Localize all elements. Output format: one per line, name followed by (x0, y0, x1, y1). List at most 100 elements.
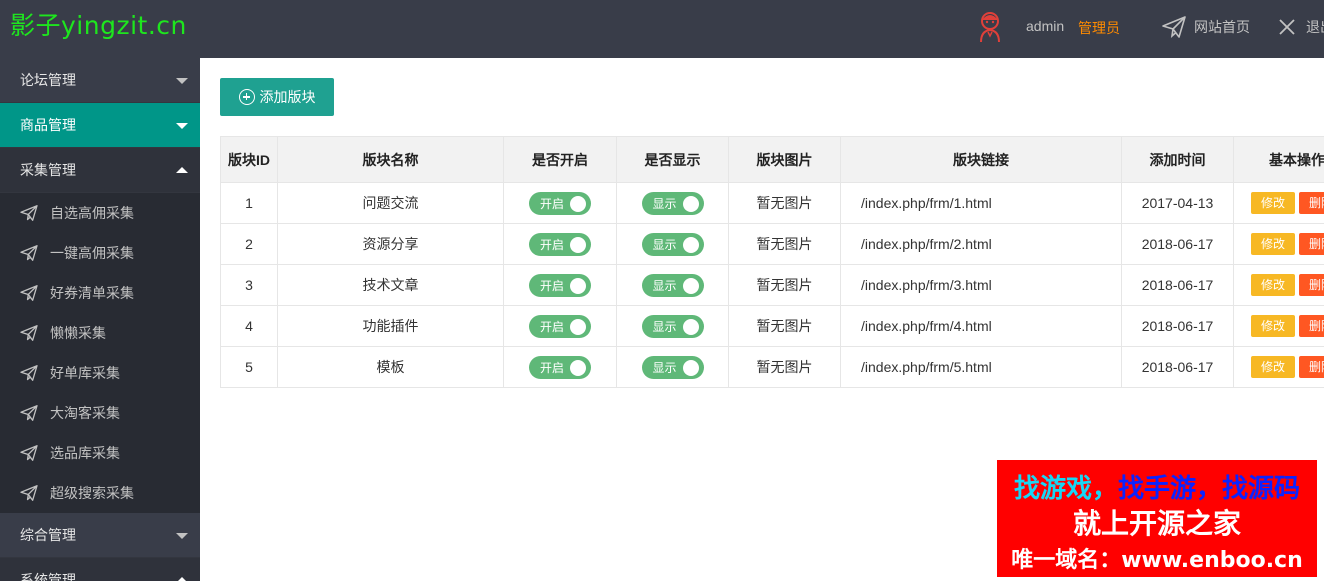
paper-plane-icon (20, 365, 38, 381)
sidebar-group-label: 综合管理 (20, 527, 76, 543)
toggle-knob (570, 318, 586, 335)
enabled-toggle[interactable]: 开启 (529, 355, 591, 379)
board-image: 暂无图片 (728, 264, 841, 306)
delete-button[interactable]: 删除 (1299, 233, 1324, 255)
visible-cell: 显示 (616, 182, 729, 224)
sidebar-item-label: 懒懒采集 (50, 325, 106, 341)
plus-circle-icon (238, 89, 255, 105)
enabled-toggle[interactable]: 开启 (529, 273, 591, 297)
logout-link[interactable]: 退出 (1278, 12, 1324, 42)
paper-plane-icon (20, 405, 38, 421)
sidebar-group-system[interactable]: 系统管理 (0, 558, 200, 581)
sidebar-item-label: 超级搜索采集 (50, 485, 134, 501)
chevron-down-icon (176, 78, 188, 84)
paper-plane-icon (20, 285, 38, 301)
ad-line-3: 唯一域名：www.enboo.cn (1011, 548, 1303, 573)
sidebar-item-label: 选品库采集 (50, 445, 120, 461)
ad-line-1: 找游戏，找手游，找源码 (997, 468, 1317, 505)
visible-toggle[interactable]: 显示 (641, 314, 704, 338)
enabled-cell: 开启 (503, 223, 617, 265)
board-link: /index.php/frm/1.html (840, 182, 1122, 224)
table-row: 5 模板 开启 显示 暂无图片 /index.php/frm/5.html 20… (220, 346, 1324, 388)
toggle-knob (682, 195, 699, 212)
sidebar-item-custom-commission[interactable]: 自选高佣采集 (0, 193, 200, 233)
visible-toggle[interactable]: 显示 (641, 355, 704, 379)
board-name: 资源分享 (277, 223, 504, 265)
edit-button[interactable]: 修改 (1250, 356, 1295, 378)
sidebar-item-one-click-commission[interactable]: 一键高佣采集 (0, 233, 200, 273)
toggle-knob (570, 277, 586, 294)
column-header: 是否显示 (616, 136, 729, 183)
sidebar-nav: 论坛管理 商品管理 采集管理 自选高佣采集 一键高佣采集 好券清单采集 懒懒采集… (0, 58, 200, 581)
delete-button[interactable]: 删除 (1299, 192, 1324, 214)
edit-button[interactable]: 修改 (1250, 315, 1295, 337)
board-id: 3 (220, 264, 278, 306)
delete-button[interactable]: 删除 (1299, 315, 1324, 337)
toggle-label: 显示 (652, 196, 677, 211)
sidebar-group-label: 采集管理 (20, 162, 76, 178)
delete-button[interactable]: 删除 (1299, 356, 1324, 378)
edit-button[interactable]: 修改 (1250, 274, 1295, 296)
board-image: 暂无图片 (728, 305, 841, 347)
sidebar-item-coupon-list[interactable]: 好券清单采集 (0, 273, 200, 313)
add-board-button[interactable]: 添加版块 (220, 78, 334, 116)
sidebar-group-general[interactable]: 综合管理 (0, 513, 200, 558)
sidebar-item-label: 好券清单采集 (50, 285, 134, 301)
username[interactable]: admin (1026, 18, 1064, 34)
board-image: 暂无图片 (728, 223, 841, 265)
sidebar-item-dataoke[interactable]: 大淘客采集 (0, 393, 200, 433)
board-name: 模板 (277, 346, 504, 388)
board-link: /index.php/frm/5.html (840, 346, 1122, 388)
sidebar-item-haodanku[interactable]: 好单库采集 (0, 353, 200, 393)
sidebar-submenu-collect: 自选高佣采集 一键高佣采集 好券清单采集 懒懒采集 好单库采集 大淘客采集 选品… (0, 193, 200, 513)
admin-avatar-icon (980, 12, 1000, 43)
site-logo[interactable]: 影子yingzit.cn (10, 8, 187, 44)
sidebar-item-lanlan[interactable]: 懒懒采集 (0, 313, 200, 353)
column-header: 版块名称 (277, 136, 504, 183)
logout-label: 退出 (1306, 19, 1324, 35)
visible-cell: 显示 (616, 264, 729, 306)
toggle-label: 开启 (540, 360, 565, 375)
enabled-toggle[interactable]: 开启 (529, 314, 591, 338)
board-image: 暂无图片 (728, 182, 841, 224)
top-header: 影子yingzit.cn admin 管理员 网站首页 退出 (0, 0, 1324, 58)
actions-cell: 修改删除 (1233, 305, 1324, 347)
sidebar-item-label: 大淘客采集 (50, 405, 120, 421)
board-name: 问题交流 (277, 182, 504, 224)
user-role: 管理员 (1078, 20, 1120, 36)
visible-toggle[interactable]: 显示 (641, 191, 704, 215)
table-row: 2 资源分享 开启 显示 暂无图片 /index.php/frm/2.html … (220, 223, 1324, 265)
visible-cell: 显示 (616, 346, 729, 388)
edit-button[interactable]: 修改 (1250, 192, 1295, 214)
actions-cell: 修改删除 (1233, 346, 1324, 388)
sidebar-group-forum[interactable]: 论坛管理 (0, 58, 200, 103)
edit-button[interactable]: 修改 (1250, 233, 1295, 255)
column-header: 添加时间 (1121, 136, 1234, 183)
toggle-label: 显示 (652, 319, 677, 334)
sidebar-item-product-pool[interactable]: 选品库采集 (0, 433, 200, 473)
delete-button[interactable]: 删除 (1299, 274, 1324, 296)
paper-plane-icon (20, 445, 38, 461)
table-row: 3 技术文章 开启 显示 暂无图片 /index.php/frm/3.html … (220, 264, 1324, 306)
actions-cell: 修改删除 (1233, 264, 1324, 306)
sidebar-group-collect[interactable]: 采集管理 (0, 148, 200, 193)
board-id: 5 (220, 346, 278, 388)
sidebar-group-label: 商品管理 (20, 117, 76, 133)
toggle-label: 开启 (540, 237, 565, 252)
added-date: 2018-06-17 (1121, 305, 1234, 347)
enabled-cell: 开启 (503, 346, 617, 388)
ad-line-1-part-2: 找手游，找源码 (1118, 474, 1301, 504)
toggle-label: 显示 (652, 278, 677, 293)
table-header-row: 版块ID 版块名称 是否开启 是否显示 版块图片 版块链接 添加时间 基本操作 (220, 136, 1324, 183)
enabled-toggle[interactable]: 开启 (529, 232, 591, 256)
visible-toggle[interactable]: 显示 (641, 273, 704, 297)
chevron-down-icon (176, 533, 188, 539)
board-id: 4 (220, 305, 278, 347)
site-home-link[interactable]: 网站首页 (1162, 12, 1250, 42)
sidebar-group-goods[interactable]: 商品管理 (0, 103, 200, 148)
board-link: /index.php/frm/3.html (840, 264, 1122, 306)
enabled-toggle[interactable]: 开启 (529, 191, 591, 215)
visible-toggle[interactable]: 显示 (641, 232, 704, 256)
column-header: 版块链接 (840, 136, 1122, 183)
sidebar-item-super-search[interactable]: 超级搜索采集 (0, 473, 200, 513)
